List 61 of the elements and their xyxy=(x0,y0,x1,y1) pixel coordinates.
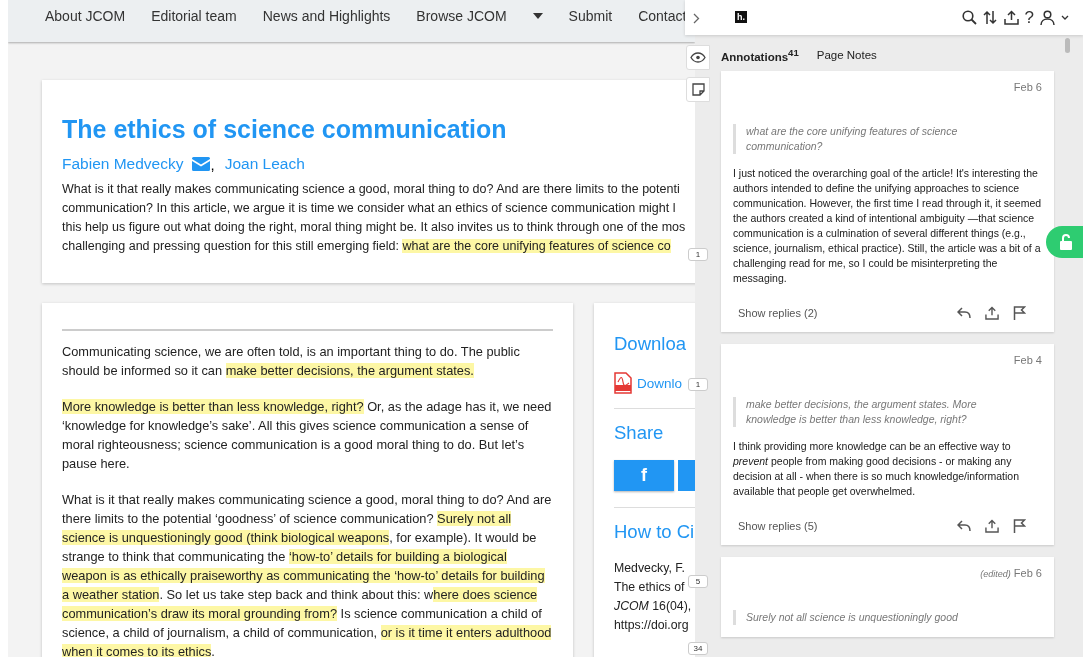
nav-link[interactable]: Submit xyxy=(568,8,613,34)
annotation-date[interactable]: Feb 6 xyxy=(1013,81,1042,93)
show-highlights-button[interactable] xyxy=(686,45,710,70)
annotation-date[interactable]: Feb 4 xyxy=(1013,354,1042,366)
abstract-line: this help us figure out what doing the right, moral thing might be. It also invites us to think through one of the mos xyxy=(62,219,687,236)
show-replies-link[interactable]: Show replies (2) xyxy=(738,307,818,319)
flag-icon[interactable] xyxy=(1013,519,1026,533)
citation-line: https://doi.org xyxy=(614,617,690,634)
abstract-line: communication? In this article, we argue it is time we consider what an ethics of science communication might l xyxy=(62,200,677,217)
search-icon[interactable] xyxy=(961,10,977,25)
share-heading: Share xyxy=(614,421,665,445)
caret-icon[interactable] xyxy=(532,13,543,20)
help-button[interactable]: ? xyxy=(1024,8,1034,27)
download-heading: Downloa xyxy=(614,332,687,356)
article-paragraph: What is it that really makes communicating science a good, moral thing to do? And are there limits to the potential ‘goodness’ of science communication? Surely not all science is unquestioningly good (think biological weapons, for example). It would be strange to think that communicating the ‘how-to’ details for building a biological weapon is as ethically praiseworthy as communicating the ‘how-to’ details for building a weather station. So let us take step back and think about this: where does science communication’s draw its moral grounding from? Is science communication a child of science, a child of journalism, a child of communication, or is it time it enters adulthood when it comes to its ethics. xyxy=(62,491,553,657)
reply-icon[interactable] xyxy=(957,307,971,319)
nav-link[interactable]: Browse JCOM xyxy=(416,8,543,34)
eye-icon[interactable] xyxy=(690,52,706,63)
annotation-quote: what are the core unifying features of science communication? xyxy=(733,124,1042,154)
article-paragraph: Communicating science, we are often told, is an important thing to do. The public should be informed so it can make better decisions, the argument states. xyxy=(62,343,521,380)
flag-icon[interactable] xyxy=(1013,306,1026,320)
citation-line: Medvecky, F. xyxy=(614,560,686,577)
share-icon[interactable] xyxy=(985,306,999,320)
sidebar-tab[interactable]: Page Notes xyxy=(816,49,877,61)
nav-link[interactable]: About JCOM xyxy=(45,8,126,34)
nav-link[interactable]: Contact xyxy=(638,8,687,34)
show-replies-link[interactable]: Show replies (5) xyxy=(738,520,818,532)
pdf-icon[interactable] xyxy=(614,372,632,394)
cite-heading: How to Ci xyxy=(614,520,695,544)
annotation-count-tab[interactable]: 1 xyxy=(688,248,708,261)
chevron-down-icon[interactable] xyxy=(1061,15,1069,20)
nav-link[interactable]: News and Highlights xyxy=(262,8,391,34)
sort-icon[interactable] xyxy=(982,10,998,25)
new-page-note-button[interactable] xyxy=(686,77,710,102)
nav-link[interactable]: Editorial team xyxy=(151,8,237,34)
annotation-text: I think providing more knowledge can be an effective way to prevent people from making good decisions - or making any decision at all - when there is so much knowledge/information available that people get overwhelmed. xyxy=(733,439,1020,499)
annotation-quote: make better decisions, the argument states. More knowledge is better than less knowledge, right? xyxy=(733,397,1042,427)
annotation-quote: Surely not all science is unquestioningly good xyxy=(733,610,1042,625)
annotation-date[interactable]: Feb 6 xyxy=(1013,567,1042,579)
abstract-line: What is it that really makes communicating science a good, moral thing to do? And are there limits to the potenti xyxy=(62,181,681,198)
chevron-right-icon[interactable] xyxy=(692,12,700,24)
reply-icon[interactable] xyxy=(957,520,971,532)
share-icon[interactable] xyxy=(985,519,999,533)
article-paragraph: More knowledge is better than less knowledge, right? Or, as the adage has it, we need ‘knowledge for knowledge’s sake’. All this gives science communication a sense of moral righteousness; science communication is a good moral thing to do. But let’s pause here. xyxy=(62,398,553,473)
annotation-count-tab[interactable]: 1 xyxy=(688,378,708,391)
annotation-count-tab[interactable]: 5 xyxy=(688,575,708,588)
mail-icon[interactable] xyxy=(192,157,211,171)
logo[interactable]: h. xyxy=(735,11,747,23)
share-icon[interactable] xyxy=(1003,10,1019,25)
user-icon[interactable] xyxy=(1040,10,1055,25)
scrollbar-thumb[interactable] xyxy=(1065,38,1070,53)
citation-line: The ethics of xyxy=(614,579,686,596)
author-separator: , xyxy=(210,155,215,173)
sidebar-tab[interactable]: Annotations$^{41}$ xyxy=(721,47,799,63)
note-icon[interactable] xyxy=(691,83,705,96)
annotation-text: I just noticed the overarching goal of the article! It's interesting the authors intended to define the unifying approaches to science communication. However, the first time I read through it, it seemed the authors created a kind of intentional ambiguity —that science communication is a culmination of several different things (e.g., science, journalism, ethical practice). Still, the article was a bit of a challenging read for me, so I could be misinterpreting the messaging. xyxy=(733,166,1042,286)
abstract-line: challenging and pressing question for this still emerging field: what are the core unifying features of science co xyxy=(62,238,672,255)
citation-line: JCOM 16(04), xyxy=(614,598,693,615)
edited-label: (edited) xyxy=(980,569,1011,579)
article-title: The ethics of science communication xyxy=(62,114,508,144)
annotation-count-tab[interactable]: 34 xyxy=(688,642,708,655)
